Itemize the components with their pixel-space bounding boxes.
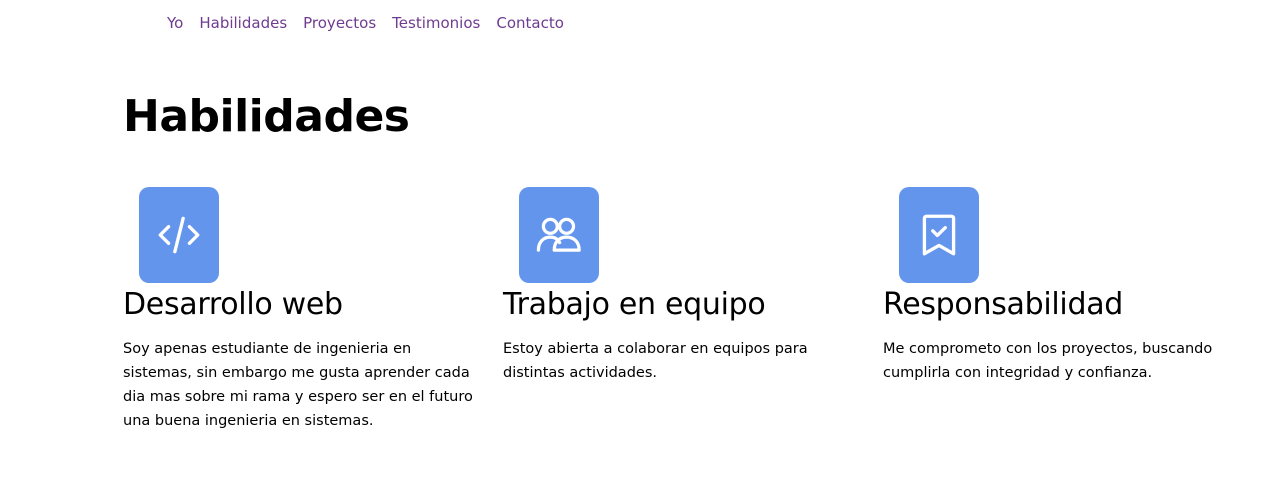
bookmark-check-icon [922, 214, 956, 256]
code-icon [158, 216, 200, 254]
skill-card-responsibility: Responsabilidad Me comprometo con los pr… [883, 187, 1233, 385]
page-title: Habilidades [123, 91, 410, 142]
nav-link-testimonios[interactable]: Testimonios [392, 12, 480, 34]
skill-title: Responsabilidad [883, 287, 1124, 322]
skill-description: Estoy abierta a colaborar en equipos par… [503, 341, 808, 381]
skill-card-web: Desarrollo web Soy apenas estudiante de … [123, 187, 473, 433]
nav-link-proyectos[interactable]: Proyectos [303, 12, 376, 34]
users-icon [536, 217, 581, 252]
skill-description: Me comprometo con los proyectos, buscand… [883, 341, 1213, 381]
nav-link-contacto[interactable]: Contacto [496, 12, 564, 34]
nav-link-habilidades[interactable]: Habilidades [199, 12, 287, 34]
nav-link-yo[interactable]: Yo [167, 12, 183, 34]
skill-title: Desarrollo web [123, 287, 343, 322]
skill-description: Soy apenas estudiante de ingenieria en s… [123, 341, 473, 429]
skill-icon-box [519, 187, 599, 283]
skill-icon-box [899, 187, 979, 283]
skill-title: Trabajo en equipo [503, 287, 766, 322]
skill-card-team: Trabajo en equipo Estoy abierta a colabo… [503, 187, 853, 385]
skills-section: Desarrollo web Soy apenas estudiante de … [123, 187, 1243, 447]
top-nav: Yo Habilidades Proyectos Testimonios Con… [167, 12, 580, 34]
skill-icon-box [139, 187, 219, 283]
